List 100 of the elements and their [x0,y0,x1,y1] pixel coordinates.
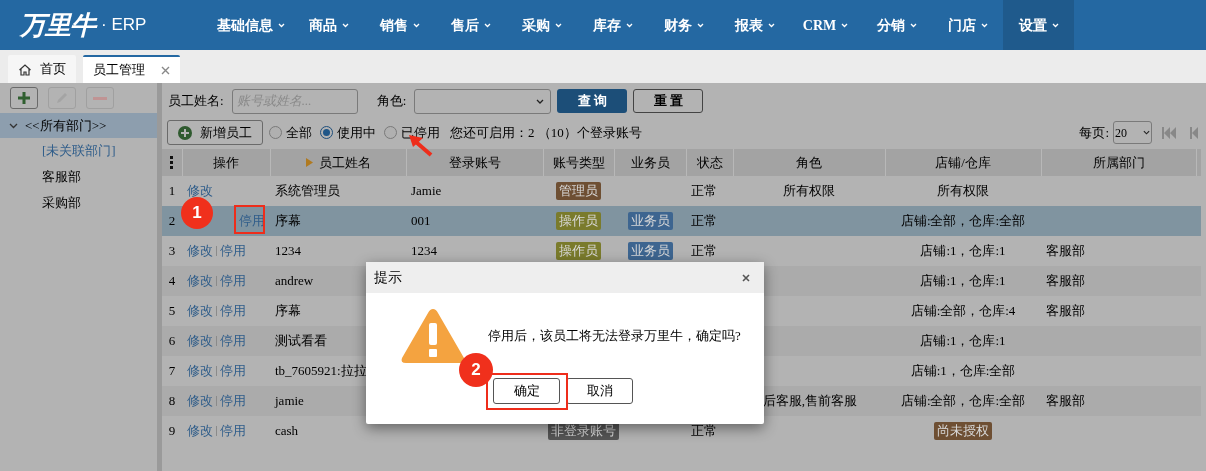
home-icon [18,62,32,76]
row-number: 8 [168,393,176,409]
nav-menu[interactable]: 财务 [648,0,719,50]
chevron-down-icon [1143,130,1150,135]
sort-icon [305,157,313,167]
plus-circle-icon [178,125,192,140]
status-radio[interactable]: 使用中 [320,122,376,143]
highlight-frame [234,205,265,234]
table-cell: 店铺:1，仓库:1 [920,243,1006,259]
action-link[interactable]: 修改 [187,421,213,441]
chevron-icon[interactable] [9,121,18,130]
tab[interactable]: 员工管理 [83,55,180,83]
tree-item[interactable]: [未关联部门] [42,141,116,161]
caret-icon [909,22,917,28]
tag: 业务员 [627,242,673,261]
table-cell: 系统管理员 [275,183,340,199]
tag: 操作员 [556,212,601,231]
nav-menu[interactable]: 门店 [932,0,1003,50]
action-link[interactable]: 修改 [187,301,213,321]
role-select[interactable] [414,88,552,114]
tree-item[interactable]: 客服部 [42,167,81,187]
table-cell: cash [275,423,299,439]
caret-icon [980,22,988,28]
tab[interactable]: 首页 [8,55,76,83]
nav-menu[interactable]: 商品 [293,0,364,50]
table-cell: 店铺:1，仓库:1 [920,273,1006,289]
table-cell: jamie [275,393,304,409]
field-label: 员工姓名: [168,92,224,111]
table-cell: 序幕 [275,303,301,319]
table-cell: 序幕 [275,213,301,229]
caret-icon [483,22,491,28]
table-cell: 店铺:1，仓库:全部 [910,363,1016,379]
quota-text: 您还可启用：2 （10）个登录账号 [450,123,642,142]
table-cell: 店铺:1，仓库:1 [920,333,1006,349]
nav-menu[interactable]: 基础信息 [209,0,293,50]
table-cell: 客服部 [1046,303,1085,319]
chevron-down-icon [536,98,545,104]
row-number: 4 [168,273,176,289]
table-cell: Jamie [411,183,442,199]
table-row[interactable]: 1 修改 系统管理员 Jamie 管理员 正常 所有权限 所有权限 [162,176,1201,206]
add-employee-button[interactable]: 新增员工 [167,120,263,145]
search-button[interactable]: 查 询 [557,89,628,113]
caret-icon [1051,22,1059,28]
caret-icon [341,22,349,28]
caret-icon [554,22,562,28]
action-link[interactable]: 停用 [220,241,246,261]
row-number: 5 [168,303,176,319]
table-cell: 店铺:全部，仓库:全部 [900,393,1026,409]
tree-item[interactable]: <<所有部门>> [0,113,157,138]
nav-menu[interactable]: 售后 [435,0,506,50]
table-cell: 1234 [411,243,437,259]
nav-menu[interactable]: 报表 [719,0,790,50]
close-icon[interactable] [742,273,750,282]
nav-menu[interactable]: 库存 [577,0,648,50]
nav-menu[interactable]: 销售 [364,0,435,50]
table-cell: 所有权限 [783,183,835,199]
tag: 操作员 [556,242,601,261]
status-radio[interactable]: 全部 [269,122,312,143]
table-row[interactable]: 3 修改 停用 1234 1234 操作员 业务员 正常 店铺:1，仓库:1 客服部 [162,236,1201,266]
nav-menu[interactable]: CRM [790,0,861,50]
nav-menu[interactable]: 分销 [861,0,932,50]
page-size-label: 每页: [1079,123,1109,142]
caret-icon [841,22,849,28]
column-menu-icon[interactable] [170,156,174,169]
table-cell: andrew [275,273,314,289]
table-cell: tb_7605921:拉拉 [275,363,367,379]
warning-icon [400,307,466,365]
row-number: 1 [168,183,176,199]
plus-icon [18,92,30,104]
close-icon[interactable] [161,65,170,75]
table-cell: 正常 [691,183,717,199]
reset-button[interactable]: 重 置 [633,89,704,113]
action-link[interactable]: 停用 [220,301,246,321]
dialog-title: 提示 [374,269,402,287]
table-cell: 正常 [691,243,717,259]
nav-menu[interactable]: 设置 [1003,0,1074,50]
row-number: 6 [168,333,176,349]
confirm-button[interactable]: 确定 [493,378,560,404]
nav-menu[interactable]: 采购 [506,0,577,50]
page-size-select[interactable]: 20 [1113,121,1152,144]
row-number: 3 [168,243,176,259]
table-cell: 后客服,售前客服 [762,393,857,409]
action-link[interactable]: 修改 [187,361,213,381]
dialog-message: 停用后，该员工将无法登录万里牛，确定吗? [488,327,741,346]
caret-icon [696,22,704,28]
table-cell: 正常 [691,213,717,229]
action-link[interactable]: 修改 [187,241,213,261]
caret-icon [625,22,633,28]
action-link[interactable]: 停用 [220,361,246,381]
tag: 尚未授权 [934,422,992,441]
action-link[interactable]: 停用 [220,421,246,441]
table-cell: 客服部 [1046,273,1085,289]
caret-icon [767,22,775,28]
table-cell: 测试看看 [275,333,327,349]
row-number: 9 [168,423,176,439]
caret-icon [278,22,285,28]
cancel-button[interactable]: 取消 [566,378,633,404]
product-name: · ERP [101,14,147,37]
tree-item[interactable]: 采购部 [42,193,81,213]
add-button[interactable] [10,87,38,109]
